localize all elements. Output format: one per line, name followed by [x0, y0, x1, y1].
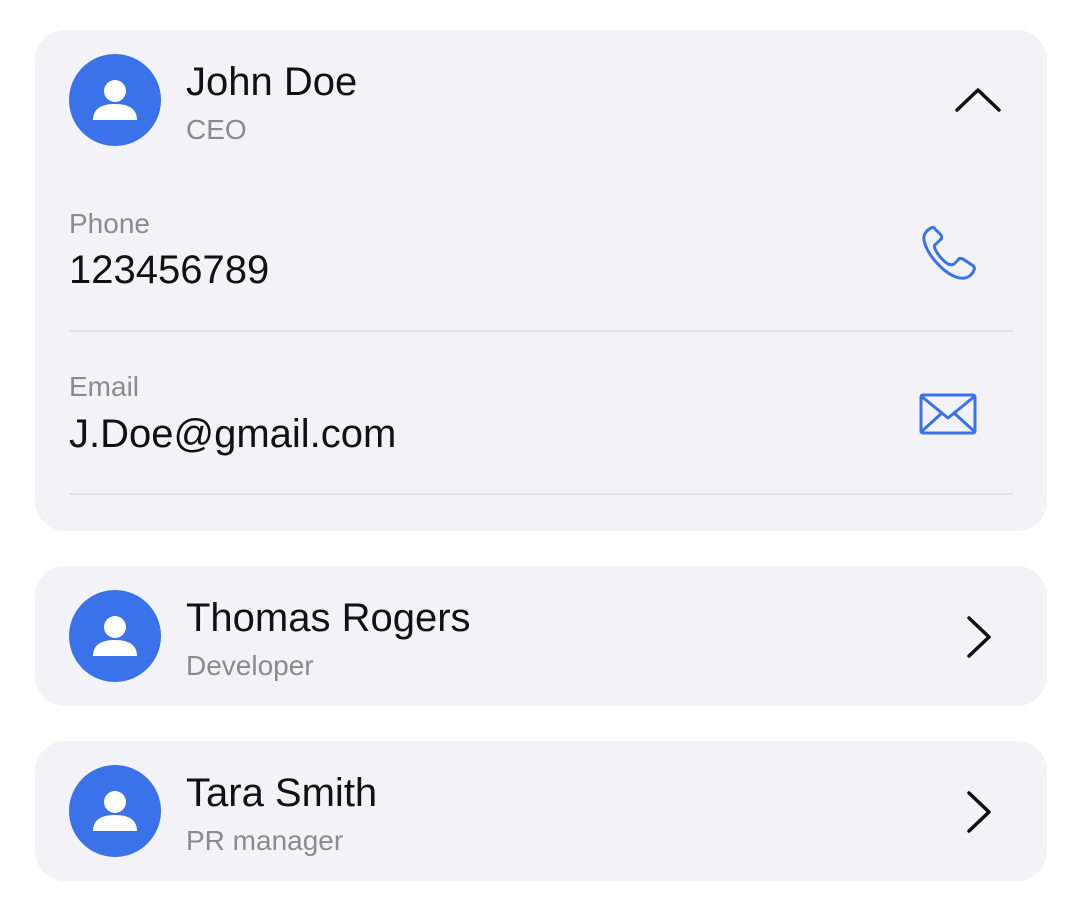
chevron-right-icon[interactable] — [961, 614, 997, 665]
phone-icon[interactable] — [917, 220, 981, 289]
contact-header[interactable]: John Doe CEO — [35, 30, 1047, 170]
email-value: J.Doe@gmail.com — [69, 412, 397, 456]
contact-header[interactable]: Thomas Rogers Developer — [35, 566, 1047, 706]
contact-name: John Doe — [186, 60, 358, 104]
avatar — [69, 54, 161, 146]
contact-name: Tara Smith — [186, 771, 378, 815]
contact-card-thomas-rogers[interactable]: Thomas Rogers Developer — [35, 566, 1047, 706]
contact-role: CEO — [186, 114, 247, 145]
person-icon — [93, 791, 137, 831]
chevron-right-icon[interactable] — [961, 789, 997, 840]
contact-card-john-doe: John Doe CEO Phone 123456789 Email J.Doe… — [35, 30, 1047, 531]
avatar — [69, 590, 161, 682]
person-icon — [93, 616, 137, 656]
contact-card-tara-smith[interactable]: Tara Smith PR manager — [35, 741, 1047, 881]
contact-role: Developer — [186, 650, 314, 681]
contact-role: PR manager — [186, 825, 344, 856]
divider — [69, 330, 1013, 332]
email-label: Email — [69, 371, 140, 402]
phone-label: Phone — [69, 208, 150, 239]
person-icon — [93, 80, 137, 120]
phone-value: 123456789 — [69, 248, 270, 292]
chevron-up-icon[interactable] — [953, 82, 1003, 119]
divider — [69, 493, 1013, 495]
contact-header[interactable]: Tara Smith PR manager — [35, 741, 1047, 881]
contact-name: Thomas Rogers — [186, 596, 471, 640]
avatar — [69, 765, 161, 857]
mail-icon[interactable] — [919, 392, 979, 443]
